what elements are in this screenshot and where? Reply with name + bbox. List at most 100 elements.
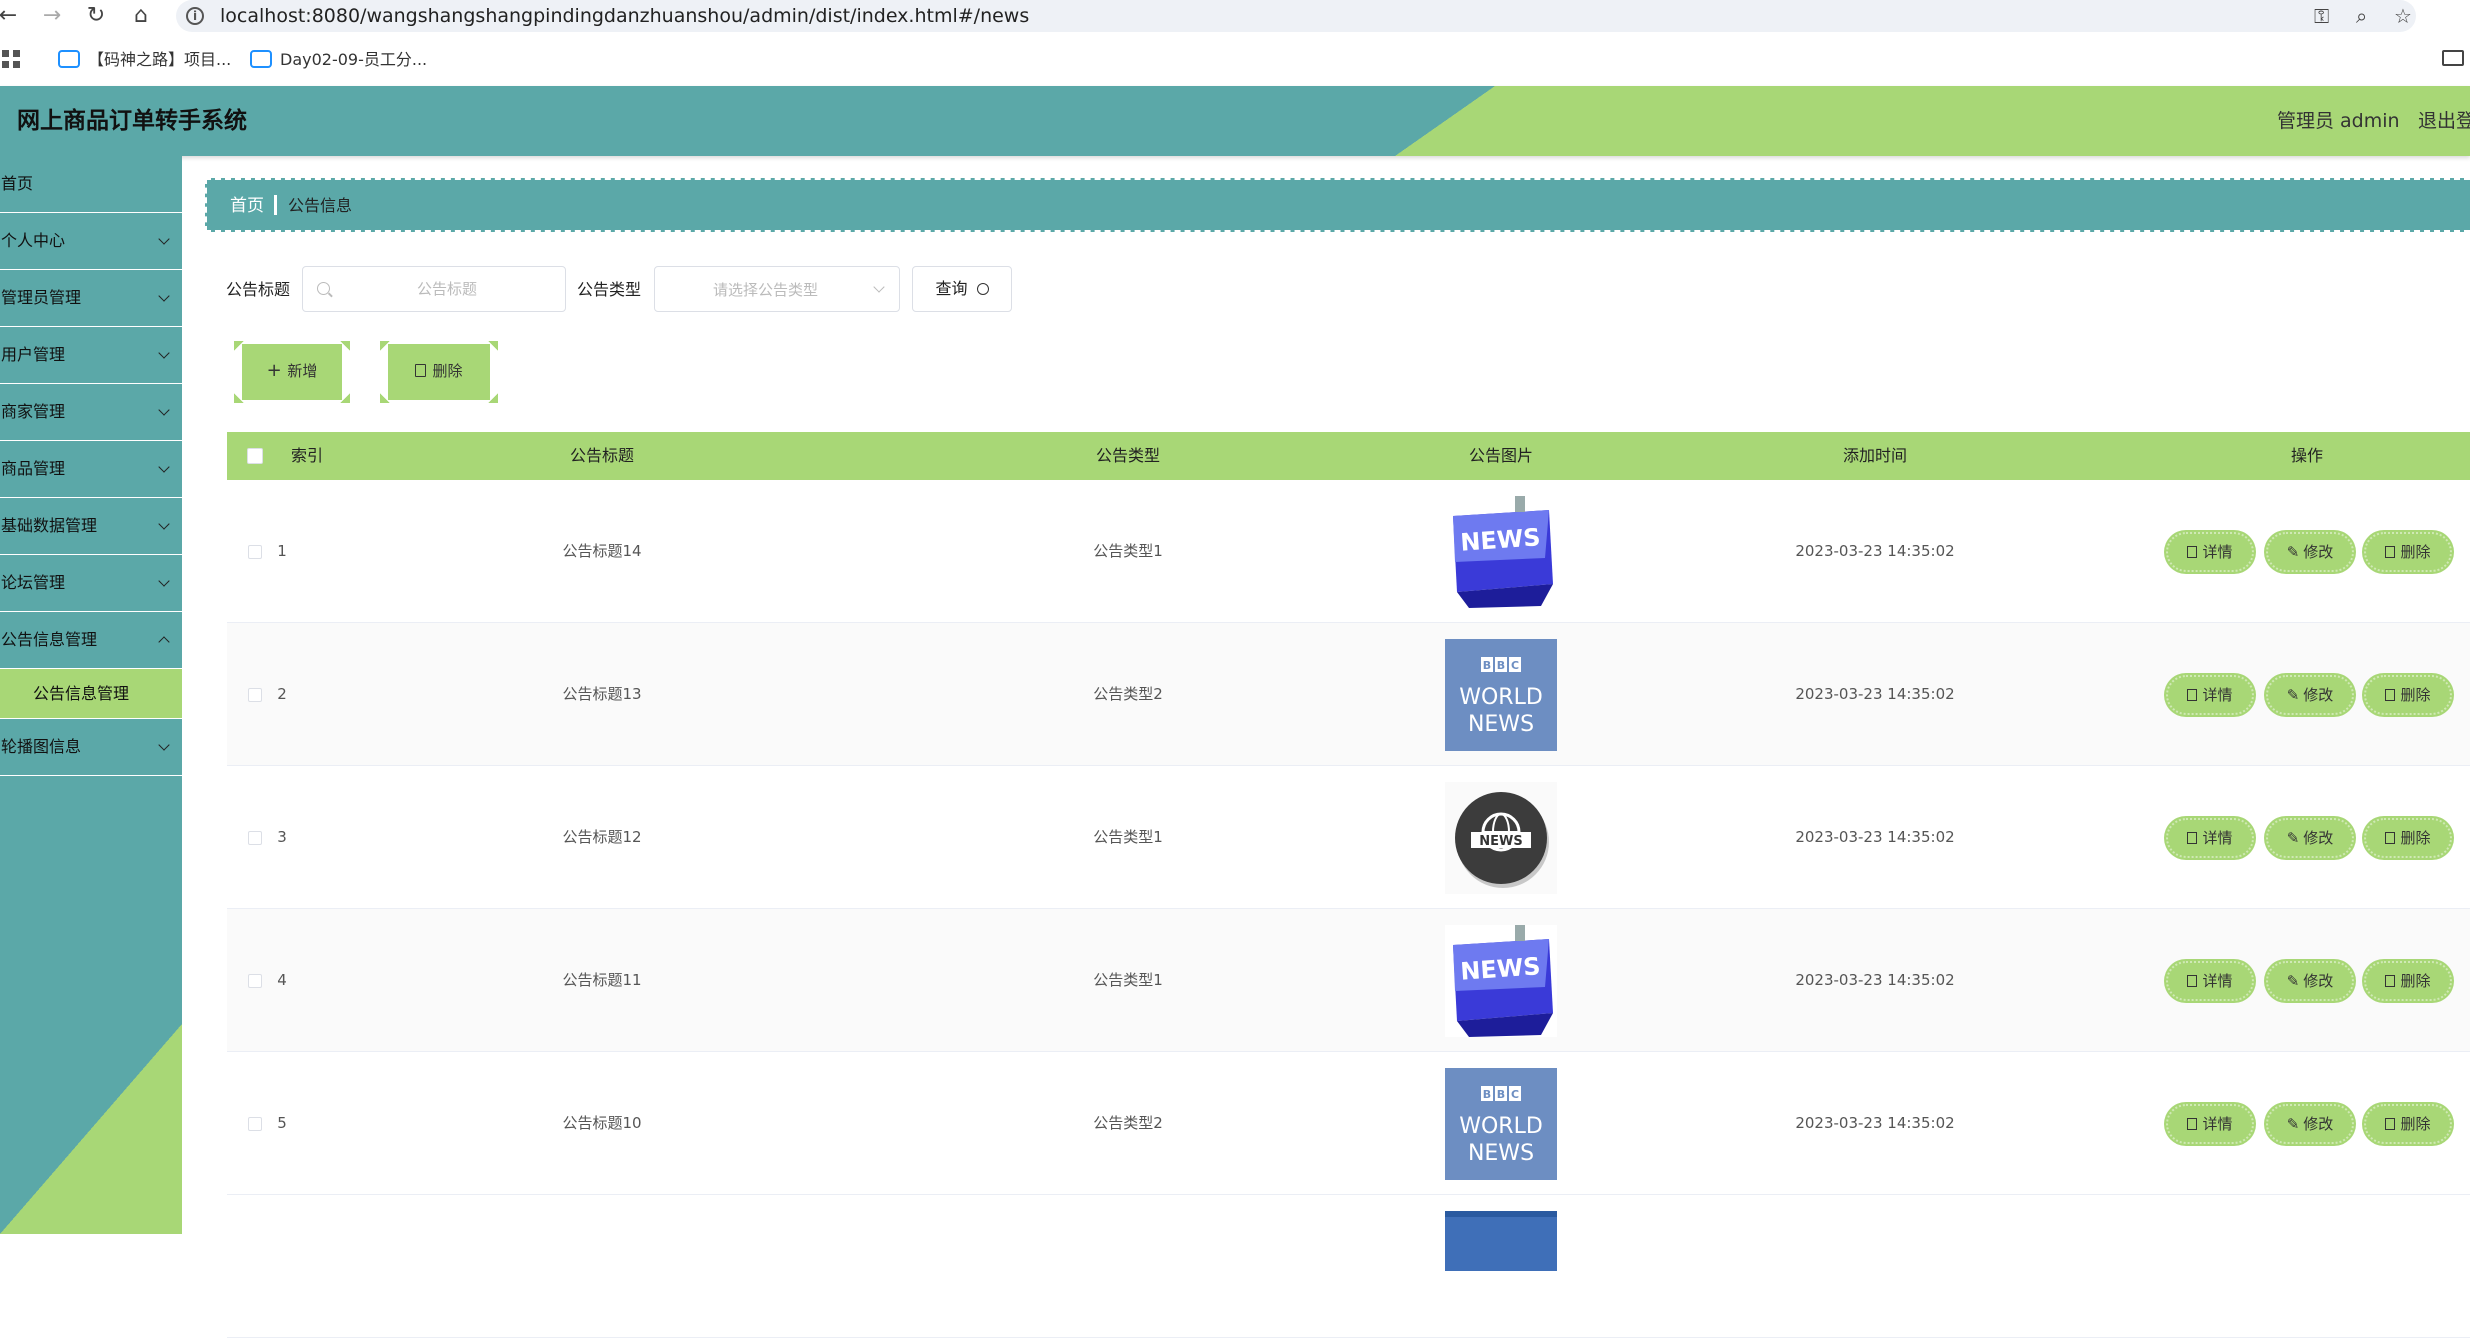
- sidebar-item-merchant-management[interactable]: 商家管理: [0, 384, 182, 441]
- svg-text:C: C: [1511, 1088, 1519, 1101]
- sidebar-item-label: 公告信息管理: [1, 630, 98, 649]
- document-icon: [2187, 1118, 2198, 1130]
- add-button[interactable]: + 新增: [234, 341, 342, 403]
- edit-label: 修改: [2303, 972, 2334, 990]
- edit-button[interactable]: ✎ 修改: [2266, 675, 2354, 715]
- edit-label: 修改: [2303, 543, 2334, 561]
- password-key-icon[interactable]: ⚿: [2314, 4, 2329, 28]
- bookmark-item[interactable]: Day02-09-员工分...: [250, 48, 427, 72]
- back-icon[interactable]: ←: [0, 4, 20, 28]
- svg-text:B: B: [1483, 1088, 1491, 1101]
- query-button[interactable]: 查询: [912, 266, 1012, 312]
- delete-button[interactable]: 删除: [2364, 1104, 2452, 1144]
- bilibili-icon: [58, 50, 80, 68]
- header-image: 公告图片: [1468, 446, 1533, 465]
- notice-image[interactable]: NEWS: [1445, 925, 1557, 1037]
- notice-image[interactable]: B B C WORLD NEWS: [1445, 639, 1557, 751]
- detail-button[interactable]: 详情: [2166, 961, 2254, 1001]
- header-type: 公告类型: [1095, 446, 1160, 465]
- delete-button[interactable]: 删除: [2364, 675, 2452, 715]
- sidebar-item-forum-management[interactable]: 论坛管理: [0, 555, 182, 612]
- detail-button[interactable]: 详情: [2166, 532, 2254, 572]
- edit-label: 修改: [2303, 686, 2334, 704]
- cell-type: 公告类型1: [1093, 828, 1163, 846]
- edit-button[interactable]: ✎ 修改: [2266, 818, 2354, 858]
- svg-text:B: B: [1483, 659, 1491, 672]
- detail-button[interactable]: 详情: [2166, 818, 2254, 858]
- notice-image[interactable]: [1445, 1211, 1557, 1271]
- sidebar-item-admin-management[interactable]: 管理员管理: [0, 270, 182, 327]
- folder-icon[interactable]: [2442, 50, 2464, 66]
- select-all-checkbox[interactable]: [247, 448, 263, 464]
- delete-button[interactable]: 删除: [2364, 961, 2452, 1001]
- batch-delete-button[interactable]: 删除: [380, 341, 490, 403]
- sidebar-item-home[interactable]: 首页: [0, 156, 182, 213]
- svg-text:NEWS: NEWS: [1479, 834, 1522, 849]
- svg-text:NEWS: NEWS: [1459, 952, 1541, 986]
- svg-text:NEWS: NEWS: [1468, 712, 1534, 737]
- app-title: 网上商品订单转手系统: [17, 108, 247, 134]
- bookmark-item[interactable]: 【码神之路】项目...: [58, 48, 231, 72]
- sidebar-subitem-notice-management[interactable]: 公告信息管理: [0, 669, 182, 719]
- sidebar-item-base-data-management[interactable]: 基础数据管理: [0, 498, 182, 555]
- chevron-down-icon: [158, 636, 170, 648]
- trash-icon: [2385, 1118, 2396, 1130]
- row-checkbox[interactable]: [248, 1117, 262, 1131]
- sidebar-item-label: 用户管理: [1, 345, 66, 364]
- sidebar-item-carousel[interactable]: 轮播图信息: [0, 719, 182, 776]
- cell-index: 4: [277, 971, 287, 989]
- chevron-down-icon: [158, 290, 170, 302]
- reload-icon[interactable]: ↻: [84, 4, 108, 28]
- forward-icon[interactable]: →: [40, 4, 64, 28]
- notice-image[interactable]: B B C WORLD NEWS: [1445, 1068, 1557, 1180]
- type-select[interactable]: 请选择公告类型: [654, 266, 900, 312]
- detail-button[interactable]: 详情: [2166, 675, 2254, 715]
- row-checkbox[interactable]: [248, 688, 262, 702]
- title-search-field[interactable]: [302, 266, 566, 312]
- sidebar-item-product-management[interactable]: 商品管理: [0, 441, 182, 498]
- notice-image[interactable]: NEWS: [1445, 782, 1557, 894]
- detail-button[interactable]: 详情: [2166, 1104, 2254, 1144]
- bookmark-star-icon[interactable]: ☆: [2394, 4, 2412, 28]
- sidebar-item-notice-management[interactable]: 公告信息管理: [0, 612, 182, 669]
- svg-text:NEWS: NEWS: [1459, 523, 1541, 557]
- chevron-down-icon: [158, 461, 170, 473]
- add-button-label: 新增: [287, 362, 318, 380]
- url-field[interactable]: i localhost:8080/wangshangshangpindingda…: [176, 0, 2416, 32]
- site-info-icon[interactable]: i: [186, 7, 204, 25]
- query-button-label: 查询: [935, 279, 968, 298]
- apps-grid-icon[interactable]: [2, 50, 20, 68]
- sidebar-item-label: 公告信息管理: [33, 684, 130, 703]
- url-text[interactable]: localhost:8080/wangshangshangpindingdanz…: [220, 4, 1029, 28]
- sidebar-item-label: 个人中心: [1, 231, 66, 250]
- search-icon: [976, 283, 989, 295]
- pencil-icon: ✎: [2286, 543, 2300, 561]
- row-checkbox[interactable]: [248, 545, 262, 559]
- cell-time: 2023-03-23 14:35:02: [1795, 542, 1955, 560]
- cell-time: 2023-03-23 14:35:02: [1795, 1114, 1955, 1132]
- delete-label: 删除: [2400, 972, 2431, 990]
- row-checkbox[interactable]: [248, 974, 262, 988]
- sidebar-item-personal-center[interactable]: 个人中心: [0, 213, 182, 270]
- edit-button[interactable]: ✎ 修改: [2266, 532, 2354, 572]
- sidebar-item-user-management[interactable]: 用户管理: [0, 327, 182, 384]
- delete-button[interactable]: 删除: [2364, 818, 2452, 858]
- table-row: [227, 1195, 2470, 1338]
- cell-title: 公告标题13: [562, 685, 642, 703]
- delete-button[interactable]: 删除: [2364, 532, 2452, 572]
- delete-label: 删除: [2400, 686, 2431, 704]
- logout-link[interactable]: 退出登: [2418, 108, 2470, 134]
- breadcrumb-home[interactable]: 首页: [230, 194, 264, 218]
- document-icon: [2187, 975, 2198, 987]
- edit-button[interactable]: ✎ 修改: [2266, 1104, 2354, 1144]
- table-row: 3 公告标题12 公告类型1 NEWS 2023-03-23 14:35:02 详情 ✎ 修改…: [227, 766, 2470, 909]
- zoom-icon[interactable]: ⌕: [2356, 4, 2367, 28]
- table-body: 1 公告标题14 公告类型1 NEWS 2023-03-23 14:35:02 详情 ✎ 修改…: [227, 480, 2470, 1338]
- bookmarks-bar: 【码神之路】项目... Day02-09-员工分...: [0, 34, 2470, 86]
- home-icon[interactable]: ⌂: [129, 4, 153, 28]
- notice-image[interactable]: NEWS: [1445, 496, 1557, 608]
- delete-label: 删除: [2400, 829, 2431, 847]
- edit-button[interactable]: ✎ 修改: [2266, 961, 2354, 1001]
- title-search-input[interactable]: [337, 275, 557, 303]
- row-checkbox[interactable]: [248, 831, 262, 845]
